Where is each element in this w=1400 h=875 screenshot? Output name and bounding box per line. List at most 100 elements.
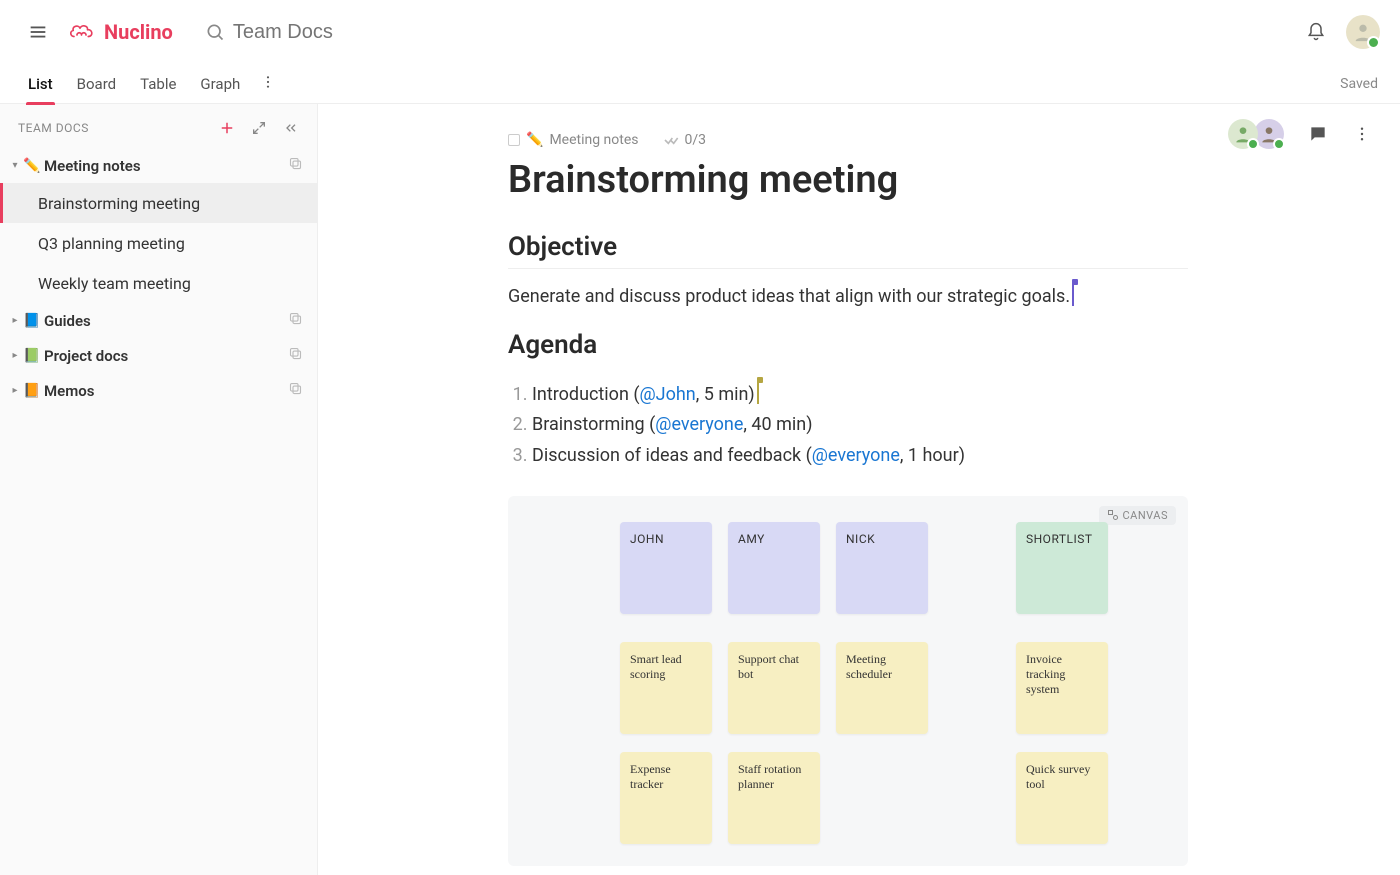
notifications-button[interactable]: [1298, 14, 1334, 50]
checklist-progress[interactable]: 0/3: [663, 132, 707, 148]
comment-icon: [1308, 124, 1328, 144]
logo[interactable]: Nuclino: [68, 20, 173, 44]
canvas-card[interactable]: NICK: [836, 522, 928, 614]
plus-icon: [218, 119, 236, 137]
copy-icon[interactable]: [285, 156, 305, 175]
doc-toolbar: [1228, 116, 1380, 152]
chevron-right-icon: ▸: [8, 385, 22, 396]
person-icon: [1352, 21, 1374, 43]
agenda-list[interactable]: Introduction (@John, 5 min)Brainstorming…: [532, 380, 1208, 472]
tab-board[interactable]: Board: [65, 64, 128, 104]
breadcrumb-label: Meeting notes: [549, 132, 638, 148]
canvas-card[interactable]: Expense tracker: [620, 752, 712, 844]
canvas-card[interactable]: SHORTLIST: [1016, 522, 1108, 614]
sidebar-tree: ▾✏️Meeting notesBrainstorming meetingQ3 …: [0, 148, 317, 408]
chevron-right-icon: ▸: [8, 315, 22, 326]
copy-icon[interactable]: [285, 346, 305, 365]
canvas-card[interactable]: AMY: [728, 522, 820, 614]
collaborator-avatar[interactable]: [1228, 119, 1258, 149]
sidebar-section[interactable]: ▸📗Project docs: [0, 338, 317, 373]
breadcrumb-emoji: ✏️: [526, 132, 543, 148]
logo-icon: [68, 21, 98, 43]
breadcrumb[interactable]: ✏️ Meeting notes: [508, 132, 639, 148]
canvas-card[interactable]: Quick survey tool: [1016, 752, 1108, 844]
content: ✏️ Meeting notes 0/3 Brainstorming meeti…: [318, 104, 1400, 875]
objective-heading[interactable]: Objective: [508, 232, 1188, 269]
agenda-item[interactable]: Discussion of ideas and feedback (@every…: [532, 441, 1208, 472]
mention[interactable]: @everyone: [655, 414, 743, 435]
expand-icon: [251, 120, 267, 136]
search[interactable]: [193, 21, 533, 44]
canvas-card[interactable]: Smart lead scoring: [620, 642, 712, 734]
canvas-card[interactable]: Staff rotation planner: [728, 752, 820, 844]
bell-icon: [1306, 22, 1326, 42]
section-emoji: 📙: [22, 383, 42, 399]
current-user-avatar[interactable]: [1346, 15, 1380, 49]
agenda-prefix: Introduction (: [532, 384, 640, 405]
page-title[interactable]: Brainstorming meeting: [508, 158, 1208, 202]
canvas-grid[interactable]: JOHNAMYNICK SHORTLIST Smart lead scoringSu…: [524, 512, 1172, 850]
sidebar-page[interactable]: Brainstorming meeting: [0, 183, 317, 223]
tab-label: Board: [77, 75, 116, 93]
sidebar-title: TEAM DOCS: [18, 121, 209, 135]
document: ✏️ Meeting notes 0/3 Brainstorming meeti…: [508, 104, 1208, 875]
expand-button[interactable]: [245, 114, 273, 142]
hamburger-icon: [27, 21, 49, 43]
search-icon: [205, 22, 225, 42]
canvas-card[interactable]: JOHN: [620, 522, 712, 614]
more-vertical-icon: [260, 74, 276, 90]
logo-text: Nuclino: [104, 20, 173, 44]
search-input[interactable]: [233, 21, 533, 44]
sidebar: TEAM DOCS ▾✏️Meeting notesBrainstorming …: [0, 104, 318, 875]
copy-icon[interactable]: [285, 381, 305, 400]
chevrons-left-icon: [283, 120, 299, 136]
view-more-button[interactable]: [252, 74, 284, 94]
collaborator-cursor: [757, 382, 759, 404]
sidebar-page[interactable]: Q3 planning meeting: [0, 223, 317, 263]
canvas-card[interactable]: Meeting scheduler: [836, 642, 928, 734]
more-vertical-icon: [1353, 125, 1371, 143]
menu-button[interactable]: [20, 14, 56, 50]
mention[interactable]: @John: [640, 384, 696, 405]
collaborator-cursor: [1072, 284, 1074, 306]
sidebar-section[interactable]: ▾✏️Meeting notes: [0, 148, 317, 183]
canvas-card[interactable]: Invoice tracking system: [1016, 642, 1108, 734]
agenda-item[interactable]: Introduction (@John, 5 min): [532, 380, 1208, 411]
person-icon: [1259, 124, 1279, 144]
doc-more-button[interactable]: [1344, 116, 1380, 152]
canvas-embed[interactable]: CANVAS JOHNAMYNICKSHORTLISTSmart lead sc…: [508, 496, 1188, 866]
tab-label: Graph: [200, 75, 240, 93]
agenda-suffix: , 5 min): [696, 384, 755, 405]
mention[interactable]: @everyone: [812, 445, 900, 466]
objective-text: Generate and discuss product ideas that …: [508, 286, 1070, 307]
agenda-suffix: , 1 hour): [900, 445, 965, 466]
copy-icon[interactable]: [285, 311, 305, 330]
checklist-progress-text: 0/3: [685, 132, 707, 148]
agenda-suffix: , 40 min): [743, 414, 812, 435]
tab-graph[interactable]: Graph: [188, 64, 252, 104]
topbar: Nuclino: [0, 0, 1400, 64]
objective-body[interactable]: Generate and discuss product ideas that …: [508, 283, 1208, 312]
sidebar-section[interactable]: ▸📘Guides: [0, 303, 317, 338]
agenda-heading[interactable]: Agenda: [508, 330, 1188, 366]
section-emoji: 📗: [22, 348, 42, 364]
chevron-down-icon: ▾: [8, 160, 22, 171]
sidebar-header: TEAM DOCS: [0, 104, 317, 148]
section-emoji: 📘: [22, 313, 42, 329]
main: TEAM DOCS ▾✏️Meeting notesBrainstorming …: [0, 104, 1400, 875]
agenda-prefix: Discussion of ideas and feedback (: [532, 445, 812, 466]
tab-list[interactable]: List: [16, 64, 65, 104]
tab-table[interactable]: Table: [128, 64, 188, 104]
sidebar-page[interactable]: Weekly team meeting: [0, 263, 317, 303]
checklist-icon: [663, 132, 679, 148]
collapse-sidebar-button[interactable]: [277, 114, 305, 142]
canvas-card[interactable]: Support chat bot: [728, 642, 820, 734]
chevron-right-icon: ▸: [8, 350, 22, 361]
sidebar-section[interactable]: ▸📙Memos: [0, 373, 317, 408]
viewbar: List Board Table Graph Saved: [0, 64, 1400, 104]
section-label: Meeting notes: [42, 157, 285, 175]
add-page-button[interactable]: [213, 114, 241, 142]
comments-button[interactable]: [1300, 116, 1336, 152]
person-icon: [1233, 124, 1253, 144]
agenda-item[interactable]: Brainstorming (@everyone, 40 min): [532, 410, 1208, 441]
